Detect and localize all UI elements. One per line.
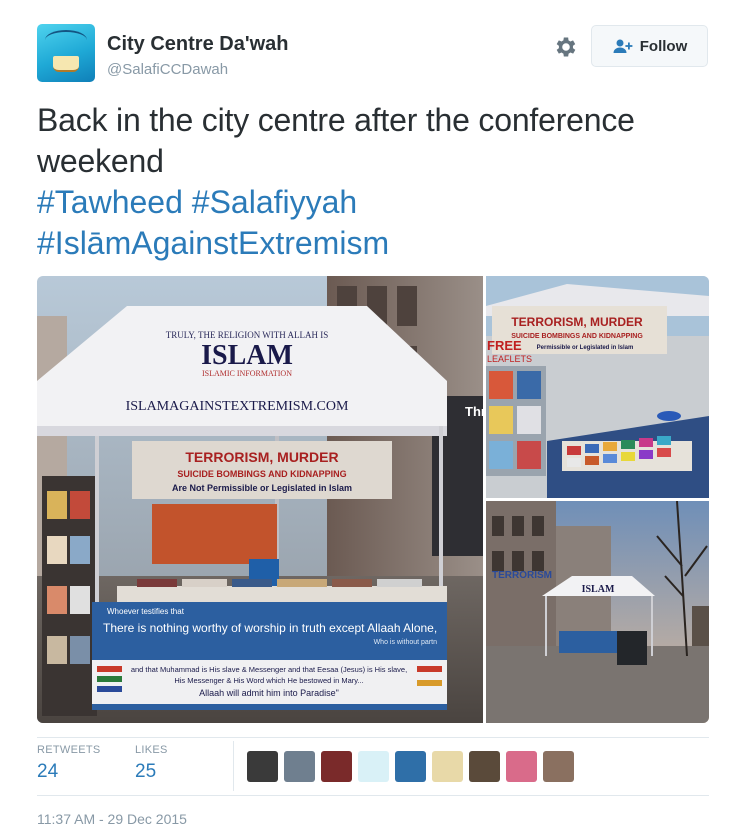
retweets-label: RETWEETS bbox=[37, 744, 101, 756]
trp-banner-line-1: TERRORISM, MURDER bbox=[511, 315, 643, 329]
main-photo[interactable]: Thre TRULY, THE RELIGION WITH ALLAH IS I… bbox=[37, 276, 493, 723]
tent-main-text: ISLAM bbox=[201, 340, 293, 371]
hashtags: #Tawheed #Salafiyyah #IslāmAgainstExtrem… bbox=[37, 182, 717, 264]
liker-avatar-6[interactable] bbox=[432, 751, 463, 782]
liker-avatar-4[interactable] bbox=[358, 751, 389, 782]
banner-line-1: TERRORISM, MURDER bbox=[185, 449, 338, 465]
avatar[interactable] bbox=[37, 24, 95, 82]
liker-avatar-9[interactable] bbox=[543, 751, 574, 782]
arabic-script-icon bbox=[45, 30, 87, 50]
liker-avatar-5[interactable] bbox=[395, 751, 426, 782]
bottom-right-photo[interactable]: TERRORISM ISLAM bbox=[486, 500, 709, 723]
liker-avatar-3[interactable] bbox=[321, 751, 352, 782]
table-small-text: Whoever testifies that bbox=[107, 607, 185, 616]
tent-url-text: ISLAMAGAINSTEXTREMISM.COM bbox=[126, 399, 349, 414]
liker-avatars bbox=[247, 751, 574, 782]
add-user-icon bbox=[613, 39, 633, 53]
table-sub-text: Who is without partn bbox=[374, 639, 438, 646]
likes-label: LIKES bbox=[135, 744, 168, 756]
free-sign: FREE bbox=[487, 338, 522, 353]
table-main-text: There is nothing worthy of worship in tr… bbox=[103, 621, 437, 635]
leaflets-sign: LEAFLETS bbox=[487, 354, 532, 364]
brp-tent-label: ISLAM bbox=[582, 584, 615, 595]
table-line-4: Allaah will admit him into Paradise" bbox=[199, 688, 339, 698]
table-line-3: His Messenger & His Word which He bestow… bbox=[174, 676, 363, 685]
liker-avatar-2[interactable] bbox=[284, 751, 315, 782]
account-name[interactable]: City Centre Da'wah bbox=[107, 33, 288, 56]
retweets-stat[interactable]: RETWEETS 24 bbox=[37, 744, 101, 783]
divider bbox=[37, 795, 709, 796]
table-line-2: and that Muhammad is His slave & Messeng… bbox=[131, 665, 407, 674]
account-handle[interactable]: @SalafiCCDawah bbox=[107, 61, 228, 78]
top-right-photo[interactable]: TERRORISM, MURDER SUICIDE BOMBINGS AND K… bbox=[486, 276, 709, 498]
banner-line-2: SUICIDE BOMBINGS AND KIDNAPPING bbox=[177, 469, 346, 479]
stats-divider bbox=[233, 741, 234, 791]
liker-avatar-1[interactable] bbox=[247, 751, 278, 782]
likes-count[interactable]: 25 bbox=[135, 761, 168, 783]
brp-shop-sign: TERRORISM bbox=[492, 570, 552, 581]
tent-top-text: TRULY, THE RELIGION WITH ALLAH IS bbox=[166, 330, 329, 340]
liker-avatar-7[interactable] bbox=[469, 751, 500, 782]
gear-icon[interactable] bbox=[553, 34, 579, 60]
follow-label: Follow bbox=[639, 37, 688, 55]
hashtag-line-1[interactable]: #Tawheed #Salafiyyah bbox=[37, 182, 717, 223]
divider bbox=[37, 737, 709, 738]
likes-stat[interactable]: LIKES 25 bbox=[135, 744, 168, 783]
trp-banner-line-3: Permissible or Legislated in Islam bbox=[537, 345, 634, 351]
media-grid[interactable]: Thre TRULY, THE RELIGION WITH ALLAH IS I… bbox=[37, 276, 709, 723]
follow-button[interactable]: Follow bbox=[591, 25, 708, 67]
retweets-count[interactable]: 24 bbox=[37, 761, 101, 783]
tent-sub-text: ISLAMIC INFORMATION bbox=[202, 369, 292, 378]
book-logo-icon bbox=[53, 56, 79, 72]
liker-avatar-8[interactable] bbox=[506, 751, 537, 782]
trp-banner-line-2: SUICIDE BOMBINGS AND KIDNAPPING bbox=[511, 333, 643, 340]
banner-line-3: Are Not Permissible or Legislated in Isl… bbox=[172, 483, 352, 493]
hashtag-line-2[interactable]: #IslāmAgainstExtremism bbox=[37, 223, 717, 264]
tweet-timestamp[interactable]: 11:37 AM - 29 Dec 2015 bbox=[37, 811, 187, 827]
tweet-text: Back in the city centre after the confer… bbox=[37, 102, 635, 179]
